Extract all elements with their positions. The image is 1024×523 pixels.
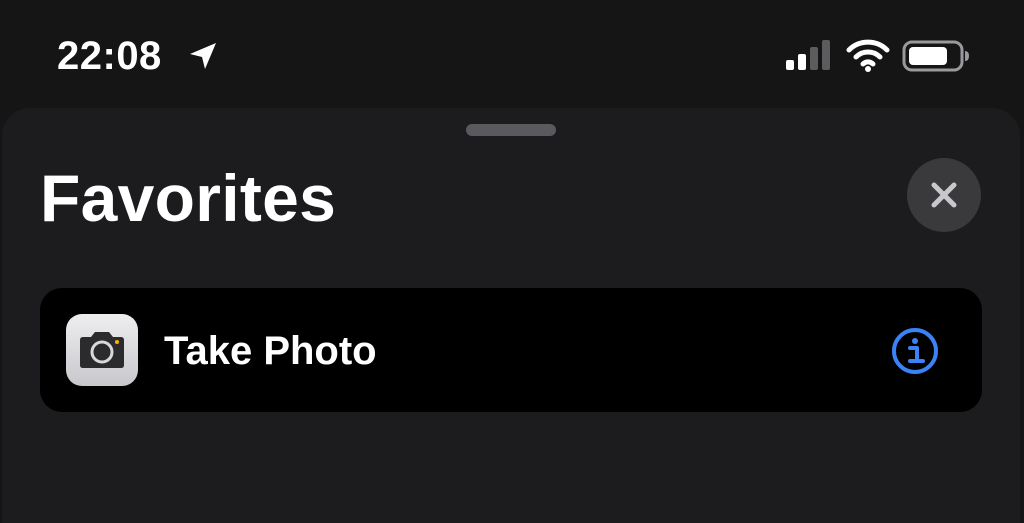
location-arrow-icon — [186, 39, 220, 73]
battery-icon — [902, 40, 970, 72]
status-time: 22:08 — [57, 34, 162, 78]
status-bar: 22:08 — [0, 0, 1024, 108]
close-button[interactable] — [907, 158, 981, 232]
favorites-list: Take Photo — [40, 288, 982, 412]
list-item-label: Take Photo — [164, 329, 377, 373]
list-item-take-photo[interactable]: Take Photo — [40, 288, 982, 412]
camera-icon — [80, 332, 124, 368]
info-button[interactable] — [890, 326, 940, 376]
favorites-sheet: Favorites Take Photo — [2, 108, 1020, 523]
wifi-icon — [846, 39, 890, 73]
close-icon — [931, 182, 957, 208]
screen: 22:08 Favorites Take Photo — [0, 0, 1024, 523]
cellular-signal-icon — [786, 40, 832, 72]
info-icon — [892, 328, 938, 374]
camera-app-icon — [66, 314, 138, 386]
page-title: Favorites — [40, 161, 337, 235]
sheet-grabber[interactable] — [466, 124, 556, 136]
